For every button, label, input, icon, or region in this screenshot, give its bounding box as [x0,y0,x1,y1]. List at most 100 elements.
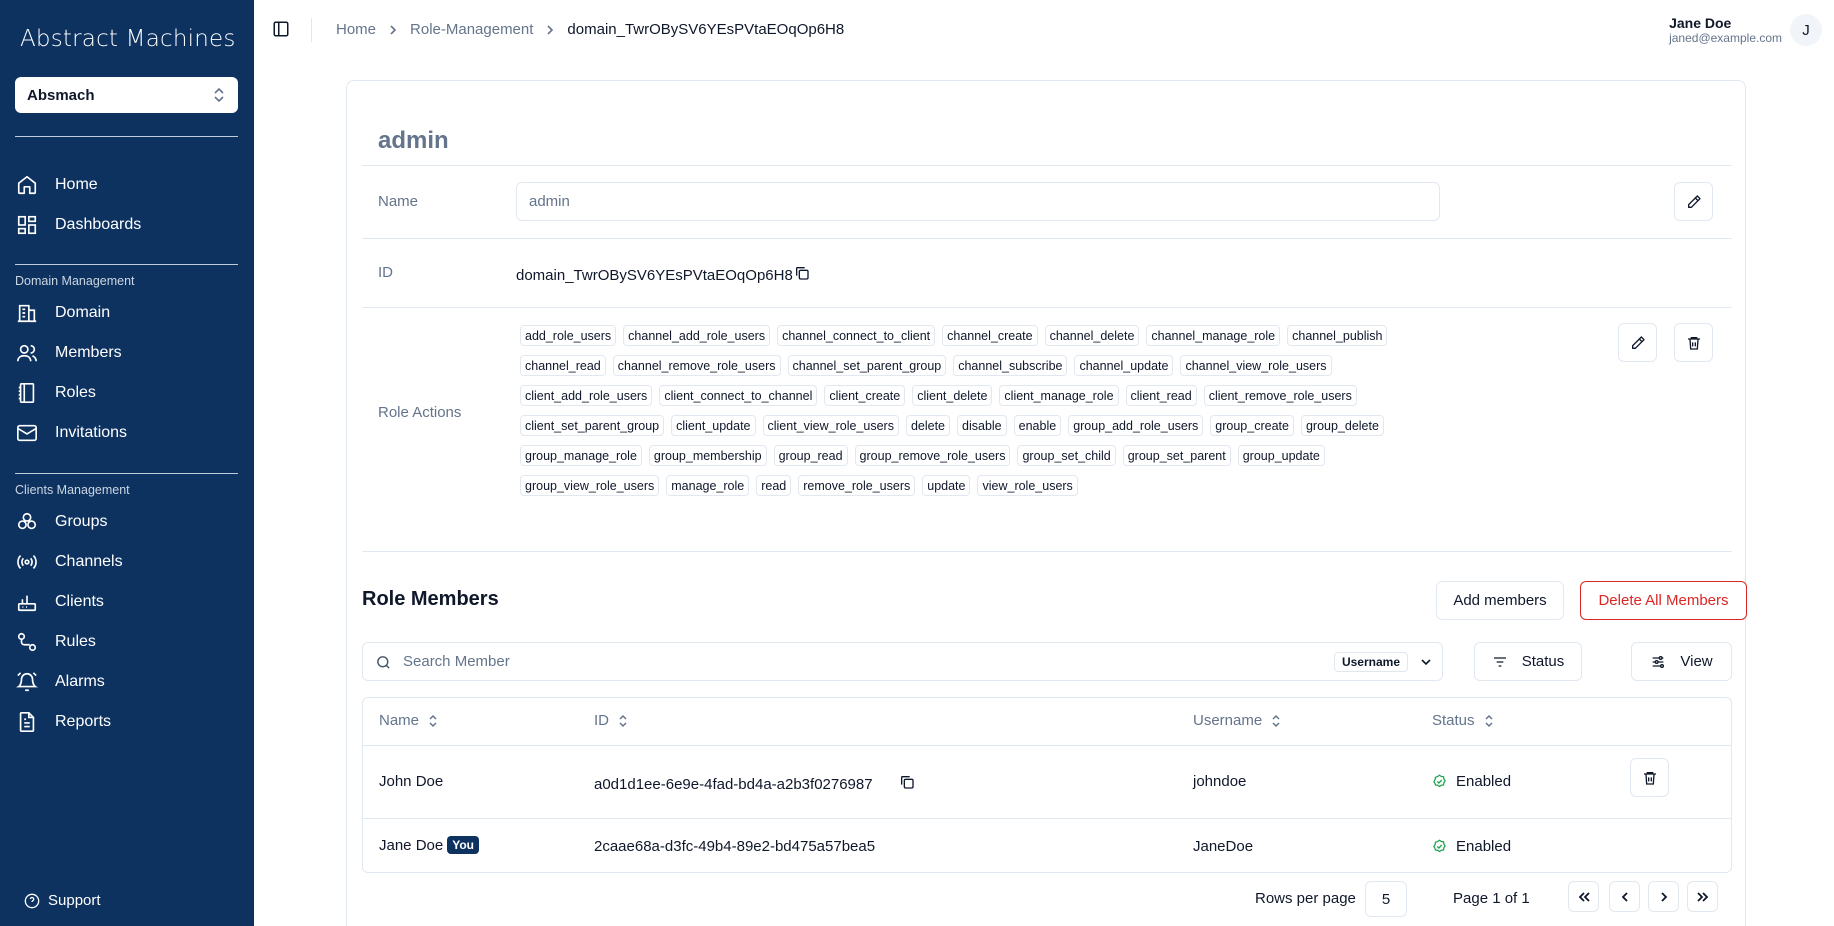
status-label: Enabled [1456,838,1512,855]
trash-icon [1642,770,1658,786]
brand-name: Abstract Machines [20,26,236,52]
column-header-status[interactable]: Status [1432,712,1495,729]
members-icon [15,341,39,365]
role-action-chip: channel_add_role_users [623,325,771,346]
column-header-username[interactable]: Username [1193,712,1282,729]
role-action-chip: enable [1013,415,1062,436]
role-action-chip: group_membership [648,445,767,466]
header-divider [311,18,312,42]
role-action-chip: client_manage_role [999,385,1119,406]
delete-actions-button[interactable] [1674,323,1713,362]
view-label: View [1680,653,1713,670]
role-action-chip: client_view_role_users [762,415,899,436]
user-email: janed@example.com [1669,31,1782,45]
edit-actions-button[interactable] [1618,323,1657,362]
rows-per-page-label: Rows per page [1255,890,1356,907]
previous-page-button[interactable] [1609,881,1640,912]
role-action-chip: group_create [1210,415,1294,436]
role-id-value: domain_TwrOBySV6YEsPVtaEOqOp6H8 [516,267,793,284]
next-page-button[interactable] [1648,881,1679,912]
report-icon [15,710,39,734]
search-type-select[interactable]: Username [1333,652,1408,672]
chevrons-right-icon [1696,891,1710,903]
trash-icon [1686,335,1702,351]
chevron-down-icon[interactable] [1420,656,1432,668]
search-placeholder: Search Member [403,653,510,670]
user-info: Jane Doe janed@example.com [1669,15,1782,45]
role-action-chip: group_set_child [1017,445,1116,466]
chevron-right-icon [1659,891,1669,903]
avatar[interactable]: J [1790,14,1822,46]
sidebar-item-label: Rules [55,633,96,650]
divider [362,307,1732,308]
role-action-chip: channel_delete [1044,325,1140,346]
mail-icon [15,421,39,445]
sidebar-item-invitations[interactable]: Invitations [15,416,238,450]
brand-logo[interactable]: Abstract Machines [20,24,236,54]
sidebar-item-groups[interactable]: Groups [15,505,238,539]
help-circle-icon [24,893,40,909]
name-label: Name [378,193,419,210]
role-action-chip: client_add_role_users [520,385,653,406]
section-label-domain-management: Domain Management [15,274,135,288]
copy-icon[interactable] [794,265,810,281]
view-options-button[interactable]: View [1631,642,1732,681]
sidebar-item-reports[interactable]: Reports [15,705,238,739]
edit-name-button[interactable] [1674,182,1713,221]
sidebar-item-label: Channels [55,553,123,570]
sidebar-divider [15,136,238,137]
first-page-button[interactable] [1568,881,1599,912]
pencil-icon [1686,194,1702,210]
sidebar-item-rules[interactable]: Rules [15,625,238,659]
role-action-chip: client_read [1125,385,1197,406]
role-action-chip: channel_publish [1287,325,1388,346]
role-action-chip: view_role_users [977,475,1078,496]
sidebar-item-clients[interactable]: Clients [15,585,238,619]
member-name-text: Jane Doe [379,836,444,854]
role-action-chip: client_create [824,385,906,406]
add-members-button[interactable]: Add members [1436,581,1564,620]
delete-member-button[interactable] [1630,758,1669,797]
column-header-name[interactable]: Name [379,712,439,729]
pencil-icon [1630,335,1646,351]
status-label: Enabled [1456,773,1512,790]
role-action-chip: client_delete [912,385,993,406]
column-header-id[interactable]: ID [594,712,629,729]
sidebar-toggle-icon[interactable] [272,20,290,38]
user-menu[interactable]: Jane Doe janed@example.com J [1669,14,1822,46]
sidebar-item-dashboards[interactable]: Dashboards [15,208,238,242]
section-label-clients-management: Clients Management [15,483,130,497]
home-icon [15,173,39,197]
sidebar-item-roles[interactable]: Roles [15,376,238,410]
status-badge: Enabled [1432,773,1511,790]
search-member-input[interactable]: Search Member Username [362,642,1443,681]
sidebar-item-home[interactable]: Home [15,168,238,202]
role-action-chip: add_role_users [520,325,617,346]
copy-icon[interactable] [899,774,915,790]
sidebar-item-members[interactable]: Members [15,336,238,370]
sort-icon [427,714,439,728]
status-filter-button[interactable]: Status [1474,642,1582,681]
sidebar-item-alarms[interactable]: Alarms [15,665,238,699]
status-filter-label: Status [1521,653,1565,670]
organization-select[interactable]: Absmach [15,77,238,113]
chevron-right-icon [545,24,555,36]
status-badge: Enabled [1432,838,1511,855]
name-field[interactable]: admin [516,182,1440,221]
breadcrumb-role-management[interactable]: Role-Management [410,21,533,38]
sidebar-item-channels[interactable]: Channels [15,545,238,579]
rows-per-page-select[interactable]: 5 [1365,881,1407,917]
divider [362,165,1732,166]
delete-all-members-button[interactable]: Delete All Members [1580,581,1747,620]
page-info: Page 1 of 1 [1453,890,1530,907]
last-page-button[interactable] [1687,881,1718,912]
sidebar-item-domain[interactable]: Domain [15,296,238,330]
check-shield-icon [1433,774,1446,788]
bell-icon [15,670,39,694]
member-name: Jane Doe You [379,836,479,854]
role-action-chip: group_view_role_users [520,475,660,496]
breadcrumb-home[interactable]: Home [336,21,376,38]
member-name: John Doe [379,773,444,790]
support-link[interactable]: Support [24,892,101,909]
role-action-chip: group_remove_role_users [854,445,1011,466]
